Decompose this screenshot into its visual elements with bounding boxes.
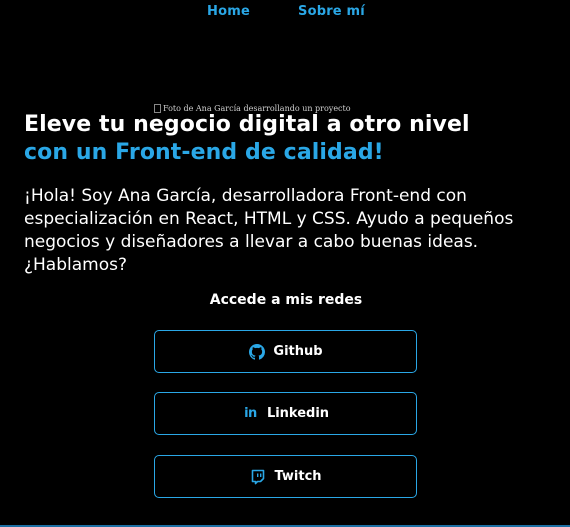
github-icon [248,343,265,360]
linkedin-button[interactable]: in Linkedin [154,392,417,435]
intro-paragraph: ¡Hola! Soy Ana García, desarrolladora Fr… [24,186,514,275]
nav-link-about[interactable]: Sobre mí [298,4,365,19]
hero-title-line-1: Eleve tu negocio digital a otro nivel [24,112,470,137]
linkedin-button-label: Linkedin [266,406,330,421]
social-section-title: Accede a mis redes [209,292,363,308]
nav-link-home[interactable]: Home [207,4,250,19]
linkedin-icon: in [244,406,257,421]
top-nav: Home Sobre mí [0,4,570,22]
twitch-button[interactable]: Twitch [154,455,417,498]
twitch-icon [249,468,266,485]
hero-title-line-2: con un Front-end de calidad! [24,140,384,165]
github-button[interactable]: Github [154,330,417,373]
twitch-button-label: Twitch [274,469,322,484]
github-button-label: Github [273,344,323,359]
